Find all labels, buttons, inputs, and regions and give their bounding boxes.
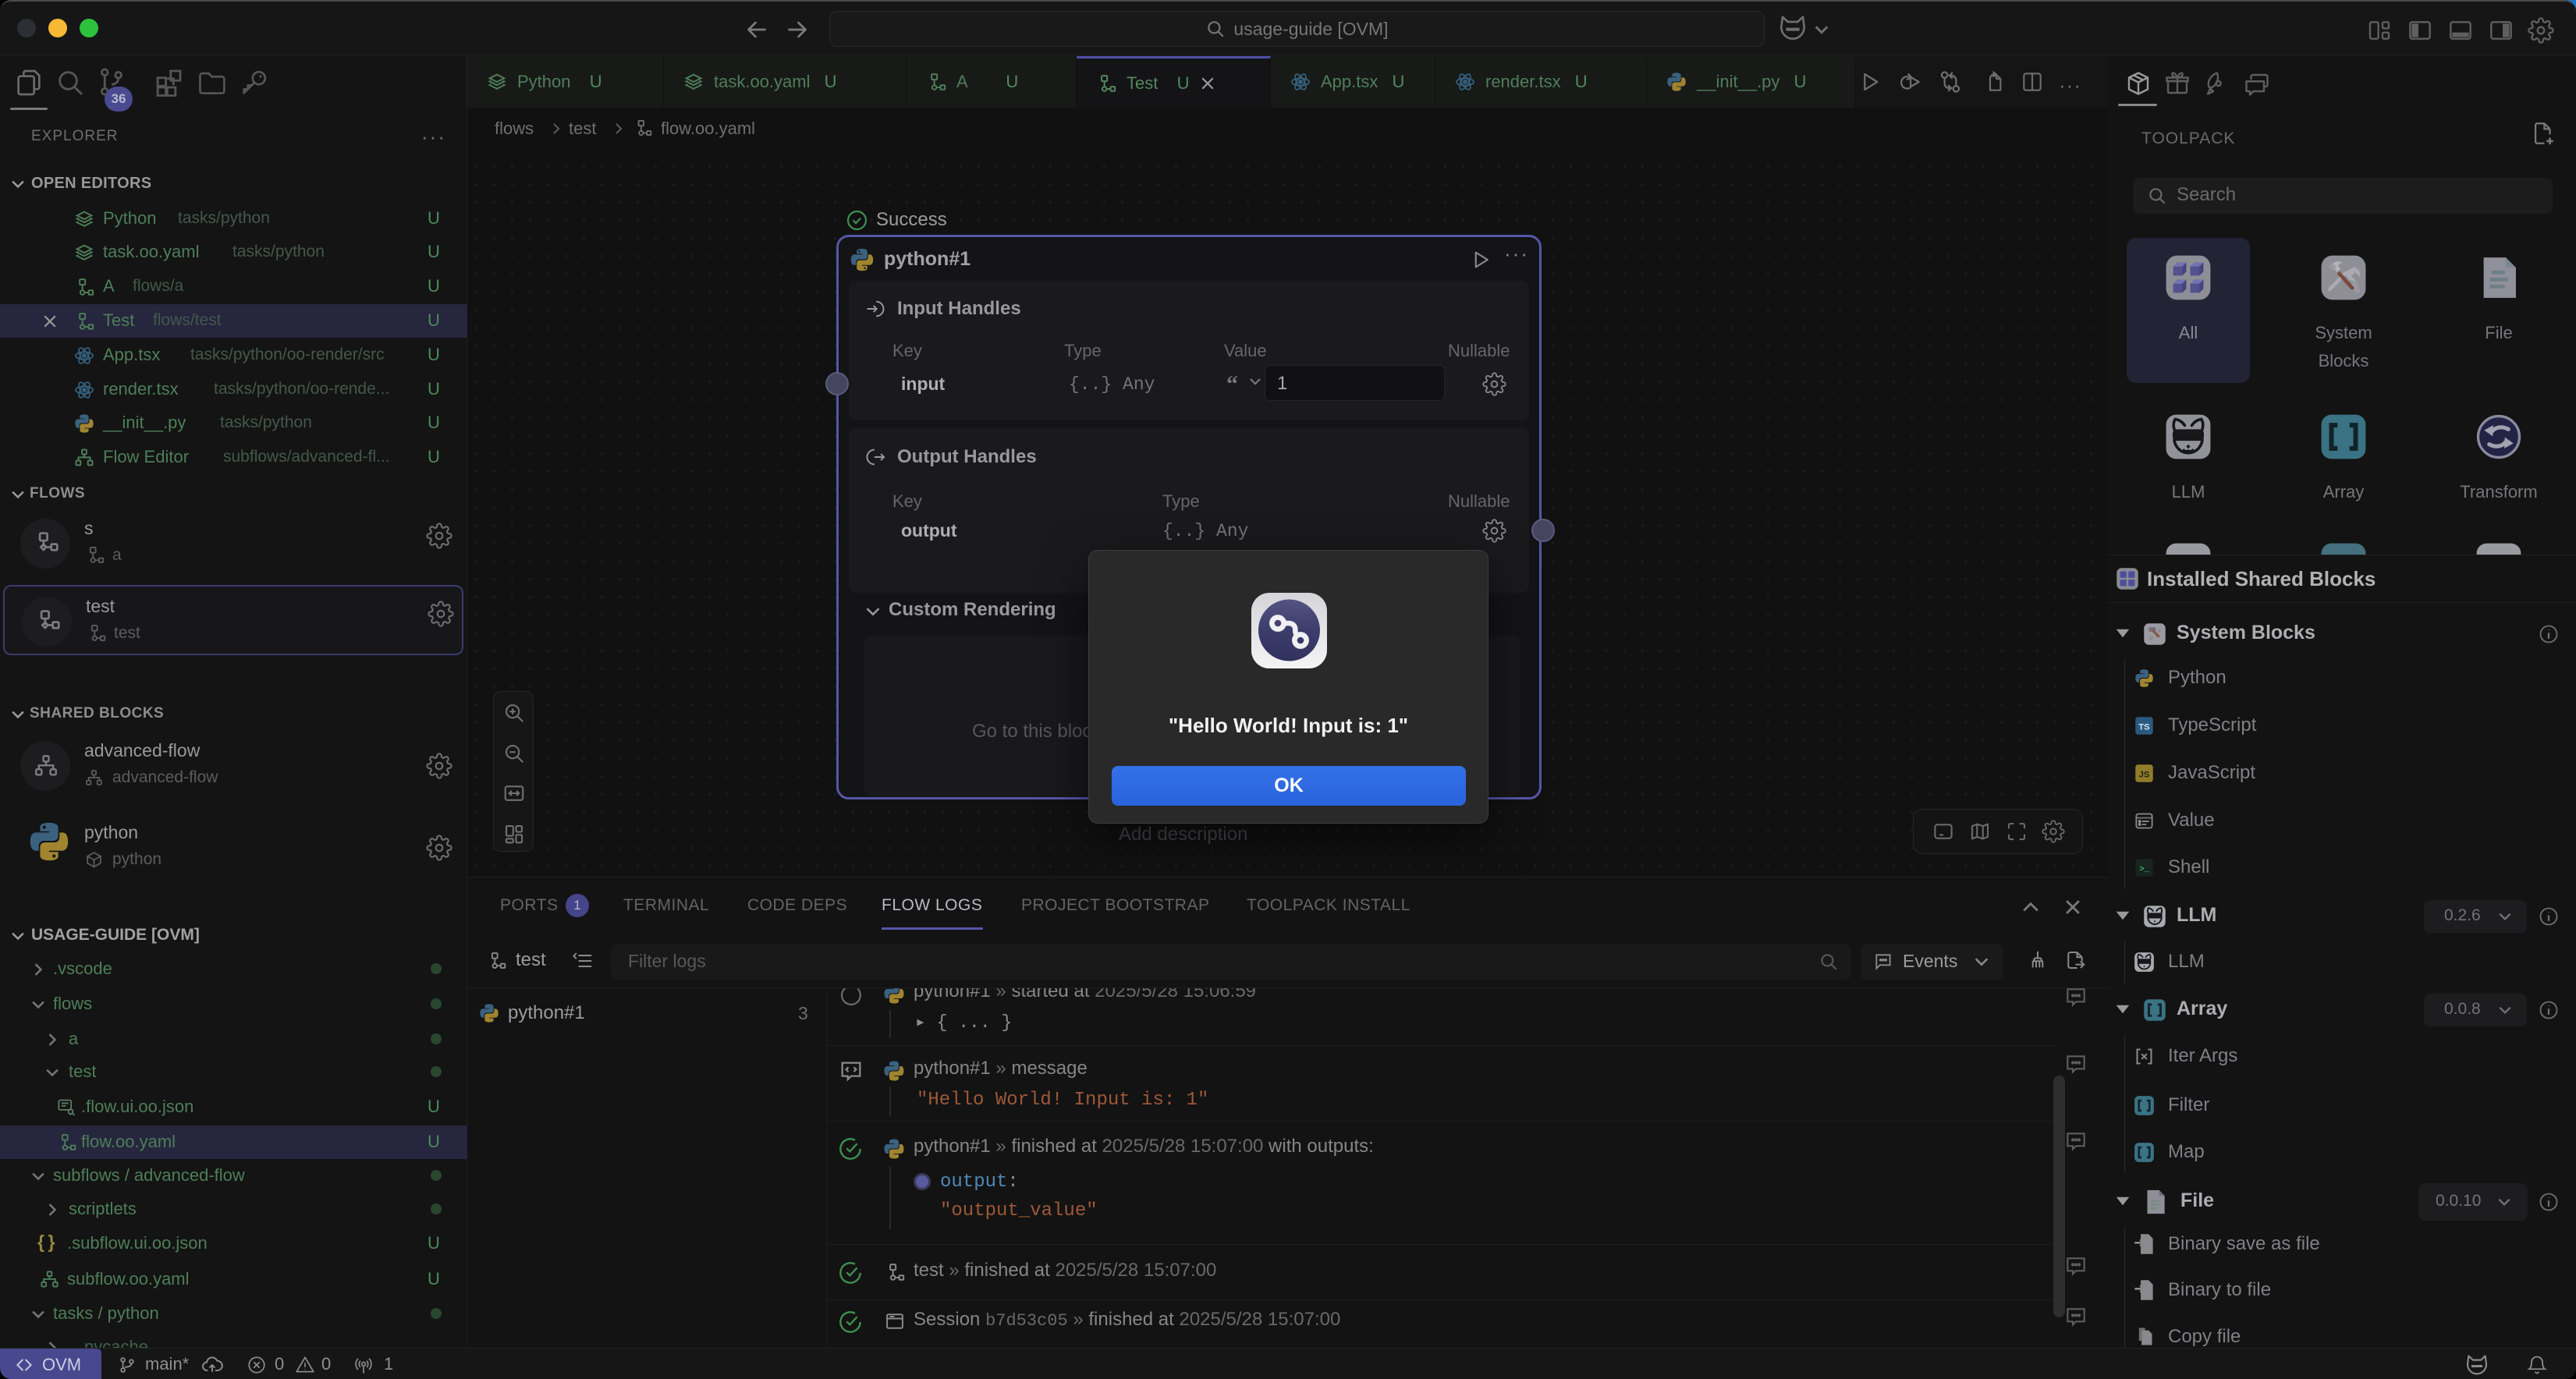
svg-text:JS: JS <box>2139 771 2150 780</box>
svg-text:TS: TS <box>2138 723 2150 732</box>
svg-text:>_: >_ <box>2139 865 2149 874</box>
